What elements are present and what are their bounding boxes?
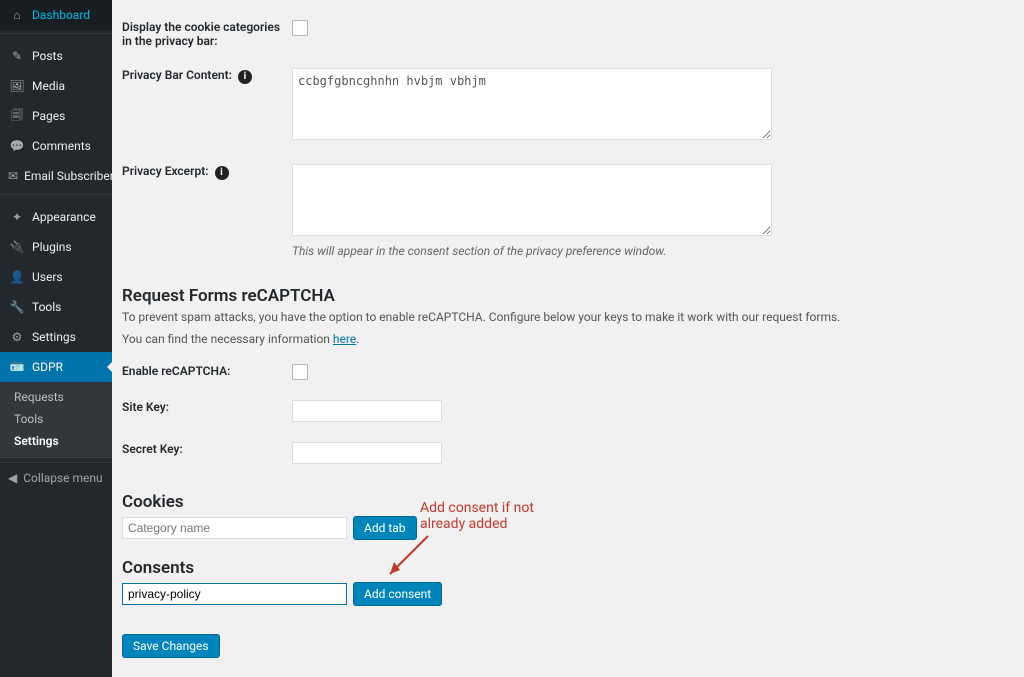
submenu-item-settings[interactable]: Settings	[0, 430, 112, 452]
privacy-excerpt-textarea[interactable]	[292, 164, 772, 236]
privacy-excerpt-help: This will appear in the consent section …	[292, 244, 994, 258]
recaptcha-info-prefix: You can find the necessary information	[122, 332, 333, 346]
cookies-section-title: Cookies	[122, 492, 1004, 512]
main-content: Display the cookie categories in the pri…	[112, 0, 1024, 677]
sidebar-item-label: Appearance	[32, 210, 96, 224]
sidebar-item-users[interactable]: 👤 Users	[0, 262, 112, 292]
info-icon[interactable]: i	[215, 166, 229, 180]
sidebar-item-label: GDPR	[32, 360, 63, 374]
collapse-menu-label: Collapse menu	[23, 471, 102, 485]
sidebar-item-label: Tools	[32, 300, 61, 314]
sidebar-item-label: Settings	[32, 330, 76, 344]
sidebar-item-comments[interactable]: 💬 Comments	[0, 131, 112, 161]
sidebar-item-media[interactable]: 🖼 Media	[0, 71, 112, 101]
add-consent-button[interactable]: Add consent	[353, 582, 442, 606]
sidebar-item-label: Email Subscribers	[24, 169, 112, 183]
site-key-label: Site Key:	[122, 390, 292, 432]
page-icon: 🗐	[8, 107, 26, 125]
enable-recaptcha-checkbox[interactable]	[292, 364, 308, 380]
site-key-input[interactable]	[292, 400, 442, 422]
pin-icon: ✎	[8, 47, 26, 65]
plug-icon: 🔌	[8, 238, 26, 256]
info-icon[interactable]: i	[238, 70, 252, 84]
sidebar-item-label: Dashboard	[32, 8, 90, 22]
secret-key-input[interactable]	[292, 442, 442, 464]
sidebar-item-plugins[interactable]: 🔌 Plugins	[0, 232, 112, 262]
consent-name-input[interactable]	[122, 583, 347, 605]
display-cookie-categories-label: Display the cookie categories in the pri…	[122, 10, 292, 58]
submenu-item-tools[interactable]: Tools	[0, 408, 112, 430]
sidebar-item-label: Users	[32, 270, 63, 284]
privacy-bar-content-textarea[interactable]: ccbgfgbncghnhn hvbjm vbhjm	[292, 68, 772, 140]
sliders-icon: ⚙	[8, 328, 26, 346]
sidebar-item-label: Media	[32, 79, 65, 93]
media-icon: 🖼	[8, 77, 26, 95]
sidebar-item-email-subscribers[interactable]: ✉ Email Subscribers	[0, 161, 112, 191]
submenu-item-requests[interactable]: Requests	[0, 386, 112, 408]
sidebar-item-label: Plugins	[32, 240, 72, 254]
sidebar-item-pages[interactable]: 🗐 Pages	[0, 101, 112, 131]
sidebar-item-appearance[interactable]: ✦ Appearance	[0, 202, 112, 232]
id-icon: 🪪	[8, 358, 26, 376]
recaptcha-desc: To prevent spam attacks, you have the op…	[122, 310, 922, 324]
brush-icon: ✦	[8, 208, 26, 226]
sidebar-item-tools[interactable]: 🔧 Tools	[0, 292, 112, 322]
users-icon: 👤	[8, 268, 26, 286]
consents-section-title: Consents	[122, 558, 1004, 578]
display-cookie-categories-checkbox[interactable]	[292, 20, 308, 36]
recaptcha-info-link[interactable]: here	[333, 332, 356, 346]
comment-icon: 💬	[8, 137, 26, 155]
enable-recaptcha-label: Enable reCAPTCHA:	[122, 354, 292, 390]
wrench-icon: 🔧	[8, 298, 26, 316]
collapse-menu-button[interactable]: ◀ Collapse menu	[0, 462, 112, 493]
sidebar-item-dashboard[interactable]: ⌂ Dashboard	[0, 0, 112, 30]
gdpr-submenu: Requests Tools Settings	[0, 382, 112, 458]
menu-separator	[0, 194, 112, 199]
admin-sidebar: ⌂ Dashboard ✎ Posts 🖼 Media 🗐 Pages 💬 Co…	[0, 0, 112, 677]
sidebar-item-settings[interactable]: ⚙ Settings	[0, 322, 112, 352]
recaptcha-section-title: Request Forms reCAPTCHA	[122, 286, 1004, 306]
secret-key-label: Secret Key:	[122, 432, 292, 474]
sidebar-item-label: Comments	[32, 139, 91, 153]
sidebar-item-label: Pages	[32, 109, 65, 123]
mail-icon: ✉	[8, 167, 18, 185]
sidebar-item-label: Posts	[32, 49, 63, 63]
sidebar-item-posts[interactable]: ✎ Posts	[0, 41, 112, 71]
sidebar-item-gdpr[interactable]: 🪪 GDPR	[0, 352, 112, 382]
menu-separator	[0, 33, 112, 38]
privacy-bar-content-label: Privacy Bar Content:	[122, 68, 232, 82]
add-tab-button[interactable]: Add tab	[353, 516, 417, 540]
recaptcha-info-line: You can find the necessary information h…	[122, 332, 922, 346]
dashboard-icon: ⌂	[8, 6, 26, 24]
cookie-category-input[interactable]	[122, 517, 347, 539]
privacy-excerpt-label: Privacy Excerpt:	[122, 164, 209, 178]
save-changes-button[interactable]: Save Changes	[122, 634, 220, 658]
collapse-icon: ◀	[8, 471, 17, 485]
